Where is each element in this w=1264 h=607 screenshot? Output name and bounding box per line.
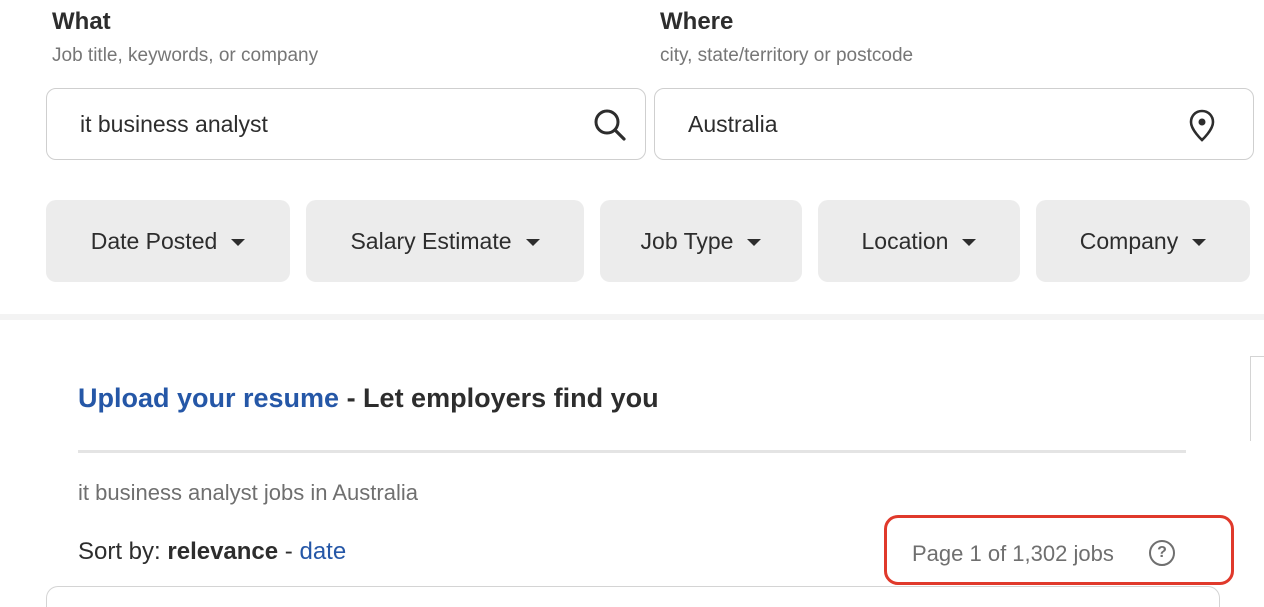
location-pin-icon [1188,109,1216,143]
where-input-value: Australia [688,111,778,137]
chevron-down-icon [962,238,977,246]
upload-resume-text: - Let employers find you [339,383,659,413]
where-label: Where [660,8,734,35]
what-input[interactable]: it business analyst [46,88,646,160]
sort-date-link[interactable]: date [299,538,346,565]
section-divider [0,314,1264,320]
job-card[interactable] [46,586,1220,607]
divider [78,450,1186,453]
filter-date-posted[interactable]: Date Posted [46,200,290,282]
what-input-value: it business analyst [80,111,268,137]
help-circle-icon[interactable]: ? [1149,540,1175,566]
job-count-highlight: Page 1 of 1,302 jobs ? [884,515,1234,585]
sort-separator: - [278,538,300,565]
job-count: Page 1 of 1,302 jobs [912,541,1114,566]
chevron-down-icon [231,238,246,246]
upload-resume-link[interactable]: Upload your resume [78,383,339,413]
chevron-down-icon [1192,238,1207,246]
sort-label: Sort by: [78,538,168,565]
where-input[interactable]: Australia [654,88,1254,160]
filter-job-type-label: Job Type [640,227,734,254]
side-panel-edge [1250,356,1264,441]
filter-salary-estimate-label: Salary Estimate [350,227,512,254]
where-hint: city, state/territory or postcode [660,45,914,66]
filter-location[interactable]: Location [818,200,1020,282]
sort-by: Sort by: relevance - date [78,538,346,566]
chevron-down-icon [747,238,762,246]
sort-relevance: relevance [167,538,279,565]
filter-company-label: Company [1079,227,1179,254]
filter-salary-estimate[interactable]: Salary Estimate [306,200,584,282]
chevron-down-icon [525,238,540,246]
upload-resume-banner: Upload your resume - Let employers find … [78,383,659,414]
results-summary: it business analyst jobs in Australia [78,480,418,505]
filter-date-posted-label: Date Posted [90,227,218,254]
filter-job-type[interactable]: Job Type [600,200,802,282]
what-hint: Job title, keywords, or company [52,45,319,66]
what-label: What [52,8,111,35]
search-icon[interactable] [593,108,627,142]
filter-company[interactable]: Company [1036,200,1250,282]
help-glyph: ? [1157,544,1167,561]
filter-location-label: Location [861,227,949,254]
